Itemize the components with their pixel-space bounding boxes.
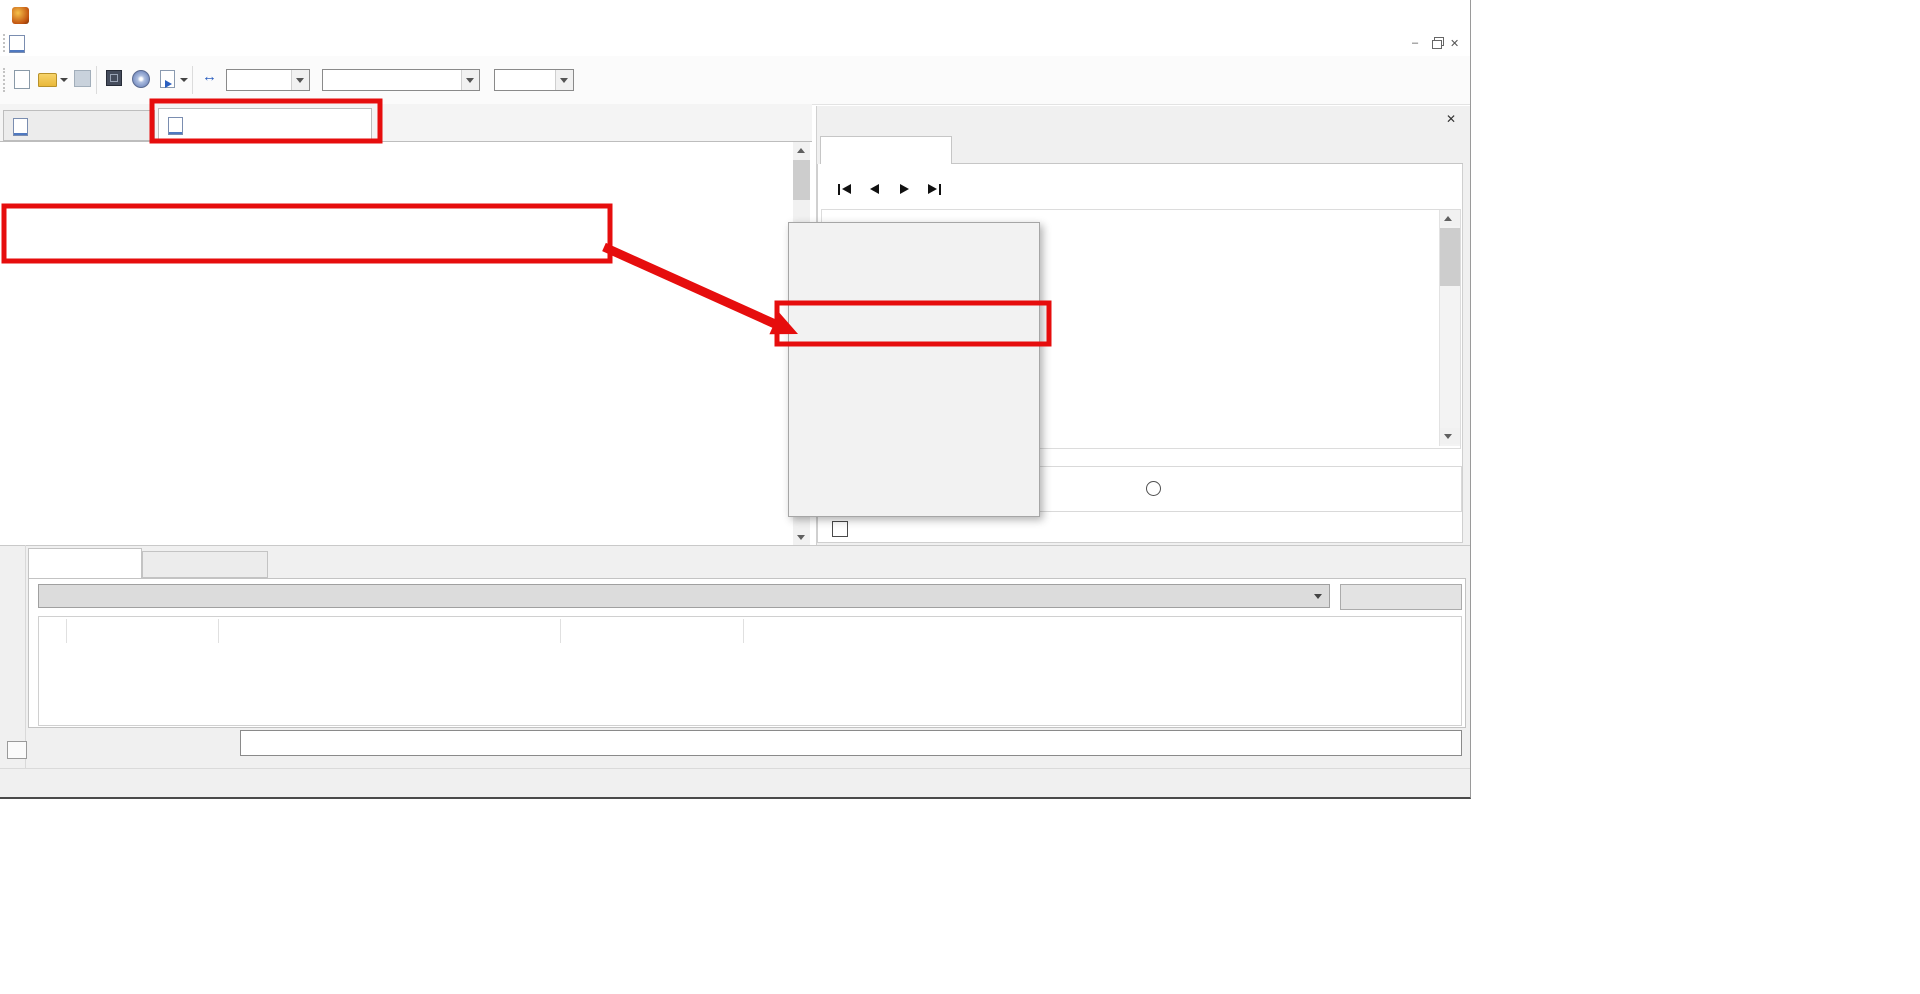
document-icon[interactable] xyxy=(9,35,25,53)
checksums-table[interactable] xyxy=(38,616,1462,726)
tab-data-inspector[interactable] xyxy=(820,136,952,164)
toolbar: ↔ xyxy=(0,56,1470,105)
title-bar[interactable] xyxy=(0,0,1470,30)
hex-base-checkbox[interactable] xyxy=(832,521,848,537)
scroll-up-icon[interactable] xyxy=(1440,210,1460,226)
file-icon xyxy=(168,117,183,135)
menubar-grip xyxy=(3,34,8,52)
scrollbar-thumb[interactable] xyxy=(1440,228,1460,286)
chevron-down-icon[interactable] xyxy=(461,70,479,90)
document-tab-bar xyxy=(0,104,812,142)
results-close-button[interactable] xyxy=(7,741,27,759)
bytes-per-row-icon: ↔ xyxy=(202,68,217,85)
expected-result-input[interactable] xyxy=(240,730,1462,756)
scrollbar-thumb[interactable] xyxy=(793,160,810,200)
open-disk-icon[interactable] xyxy=(132,70,150,88)
open-ram-icon[interactable] xyxy=(106,70,122,86)
export-icon[interactable] xyxy=(160,70,175,88)
close-button[interactable] xyxy=(1398,0,1470,30)
tab-kf-specimens-trip-t-stalkerfix[interactable] xyxy=(158,108,372,142)
scroll-down-icon[interactable] xyxy=(793,529,810,545)
toolbar-separator xyxy=(96,66,97,94)
export-dropdown-icon[interactable] xyxy=(180,78,188,82)
context-menu xyxy=(788,222,1040,517)
file-icon xyxy=(13,118,28,136)
toolbar-grip xyxy=(3,68,8,92)
nav-prev-icon[interactable] xyxy=(862,181,886,197)
mdi-restore-icon[interactable] xyxy=(1432,40,1442,49)
tab-checksums[interactable] xyxy=(28,548,142,578)
hxd-window: – ✕ ↔ xyxy=(0,0,1471,799)
nav-next-icon[interactable] xyxy=(892,181,916,197)
status-bar xyxy=(0,768,1470,797)
maximize-button[interactable] xyxy=(1352,0,1398,30)
tab-search-results[interactable] xyxy=(142,551,268,578)
nav-first-icon[interactable] xyxy=(832,181,856,197)
offset-base-select[interactable] xyxy=(494,69,574,91)
big-endian-radio[interactable] xyxy=(1146,481,1161,496)
results-side-strip xyxy=(0,545,26,768)
scroll-up-icon[interactable] xyxy=(793,142,810,158)
menu-bar: – ✕ xyxy=(0,30,1470,56)
new-file-icon[interactable] xyxy=(14,70,30,89)
tab-kf-specimens-trip-t[interactable] xyxy=(3,110,155,141)
panel-close-icon[interactable]: ✕ xyxy=(1446,112,1456,126)
chevron-down-icon[interactable] xyxy=(291,70,309,90)
mdi-close-icon[interactable]: ✕ xyxy=(1450,37,1459,50)
save-icon[interactable] xyxy=(74,70,91,87)
encoding-select[interactable] xyxy=(322,69,480,91)
nav-last-icon[interactable] xyxy=(922,181,946,197)
toolbar-separator xyxy=(192,66,193,94)
inspector-scrollbar[interactable] xyxy=(1439,210,1460,446)
minimize-button[interactable] xyxy=(1306,0,1352,30)
algorithm-select[interactable] xyxy=(38,584,1330,608)
hex-editor[interactable] xyxy=(0,142,812,545)
hxd-app-icon xyxy=(12,7,29,24)
open-dropdown-icon[interactable] xyxy=(60,78,68,82)
open-file-icon[interactable] xyxy=(38,73,57,87)
hex-rows[interactable] xyxy=(0,170,790,544)
chevron-down-icon[interactable] xyxy=(555,70,573,90)
bytes-per-row-select[interactable] xyxy=(226,69,310,91)
refresh-button[interactable] xyxy=(1340,584,1462,610)
mdi-minimize-icon[interactable]: – xyxy=(1412,37,1418,49)
scroll-down-icon[interactable] xyxy=(1440,428,1460,444)
